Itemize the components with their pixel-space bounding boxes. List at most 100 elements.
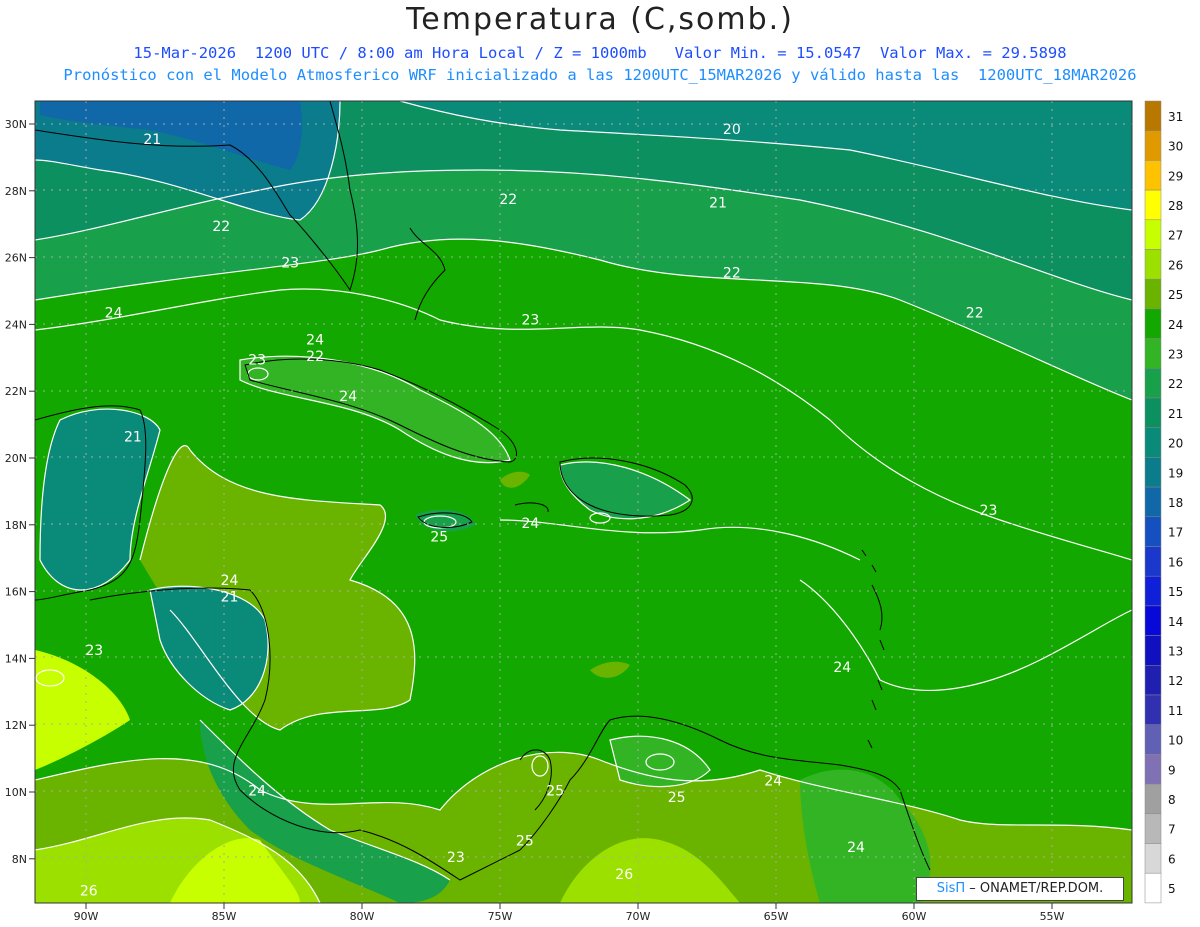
colorbar-label: 22 bbox=[1168, 377, 1183, 391]
colorbar-label: 24 bbox=[1168, 318, 1183, 332]
colorbar-swatch bbox=[1144, 813, 1162, 844]
contour-label: 22 bbox=[966, 306, 984, 322]
colorbar-swatch bbox=[1144, 219, 1162, 250]
colorbar-label: 17 bbox=[1168, 526, 1183, 540]
contour-label: 25 bbox=[430, 530, 448, 546]
colorbar-label: 16 bbox=[1168, 555, 1183, 569]
contour-label: 22 bbox=[306, 349, 324, 365]
contour-label: 24 bbox=[764, 773, 782, 789]
colorbar-swatch bbox=[1144, 605, 1162, 636]
colorbar-swatch bbox=[1144, 308, 1162, 339]
colorbar-swatch bbox=[1144, 546, 1162, 577]
lat-tick-label: 16N bbox=[5, 586, 27, 599]
colorbar-swatch bbox=[1144, 665, 1162, 696]
contour-label: 24 bbox=[847, 840, 865, 856]
colorbar-swatch bbox=[1144, 100, 1162, 131]
contour-label: 26 bbox=[80, 884, 98, 900]
lat-tick-label: 26N bbox=[5, 252, 27, 265]
contour-label: 22 bbox=[212, 219, 230, 235]
latitude-ticks: 30N 28N 26N 24N 22N 20N 18N 16N 14N 12N 10N 8N bbox=[5, 118, 35, 866]
lat-tick-label: 14N bbox=[5, 652, 27, 665]
contour-label: 25 bbox=[516, 833, 534, 849]
contour-label: 22 bbox=[499, 192, 517, 208]
colorbar-swatch bbox=[1144, 754, 1162, 785]
lon-tick-label: 75W bbox=[488, 910, 513, 923]
credit-text: – ONAMET/REP.DOM. bbox=[965, 881, 1104, 896]
contour-label: 23 bbox=[85, 643, 103, 659]
lon-tick-label: 90W bbox=[74, 910, 99, 923]
credit-box: SisΠ – ONAMET/REP.DOM. bbox=[916, 877, 1124, 901]
colorbar-label: 8 bbox=[1168, 793, 1176, 807]
contour-label: 23 bbox=[281, 256, 299, 272]
colorbar-swatch bbox=[1144, 160, 1162, 191]
colorbar-label: 25 bbox=[1168, 288, 1183, 302]
sispi-logo: SisΠ bbox=[936, 881, 966, 896]
colorbar-label: 31 bbox=[1168, 110, 1183, 124]
contour-label: 21 bbox=[124, 429, 142, 445]
colorbar-label: 9 bbox=[1168, 763, 1176, 777]
contour-label: 24 bbox=[248, 783, 266, 799]
contour-label: 23 bbox=[248, 352, 266, 368]
colorbar-swatch bbox=[1144, 189, 1162, 221]
colorbar-swatch bbox=[1144, 516, 1162, 547]
colorbar-label: 28 bbox=[1168, 199, 1183, 213]
colorbar-label: 18 bbox=[1168, 496, 1183, 510]
colorbar-swatch bbox=[1144, 130, 1162, 161]
temperature-map: 21202222 21232224 23 2224222324212524232421… bbox=[5, 100, 1183, 923]
lat-tick-label: 20N bbox=[5, 452, 27, 465]
colorbar-swatch bbox=[1144, 724, 1162, 755]
colorbar-label: 19 bbox=[1168, 466, 1183, 480]
contour-label: 25 bbox=[546, 783, 564, 799]
contour-label: 21 bbox=[709, 196, 727, 212]
contour-label: 26 bbox=[615, 867, 633, 883]
contour-label: 24 bbox=[221, 573, 239, 589]
lat-tick-label: 8N bbox=[12, 853, 27, 866]
contour-label: 23 bbox=[447, 850, 465, 866]
colorbar-label: 26 bbox=[1168, 258, 1183, 272]
lat-tick-label: 18N bbox=[5, 519, 27, 532]
contour-label: 24 bbox=[521, 516, 539, 532]
map-field bbox=[35, 101, 1132, 903]
lon-tick-label: 55W bbox=[1040, 910, 1065, 923]
colorbar-label: 13 bbox=[1168, 644, 1183, 658]
colorbar-swatch bbox=[1144, 783, 1162, 815]
contour-label: 25 bbox=[668, 790, 686, 806]
colorbar-label: 30 bbox=[1168, 140, 1183, 154]
contour-label: 24 bbox=[306, 332, 324, 348]
colorbar-swatch bbox=[1144, 427, 1162, 458]
longitude-ticks: 90W 85W 80W 75W 70W 65W 60W 55W bbox=[74, 903, 1065, 923]
colorbar-swatch bbox=[1144, 338, 1162, 369]
lat-tick-label: 24N bbox=[5, 318, 27, 331]
lon-tick-label: 85W bbox=[212, 910, 237, 923]
colorbar-swatch bbox=[1144, 575, 1162, 607]
colorbar-label: 21 bbox=[1168, 407, 1183, 421]
lat-tick-label: 22N bbox=[5, 385, 27, 398]
contour-label: 21 bbox=[221, 590, 239, 606]
colorbar-swatch bbox=[1144, 872, 1162, 904]
contour-label: 21 bbox=[143, 132, 161, 148]
colorbar-swatch bbox=[1144, 457, 1162, 488]
colorbar-label: 20 bbox=[1168, 437, 1183, 451]
colorbar-swatch bbox=[1144, 694, 1162, 725]
contour-label: 23 bbox=[980, 503, 998, 519]
lat-tick-label: 12N bbox=[5, 719, 27, 732]
colorbar-label: 15 bbox=[1168, 585, 1183, 599]
lat-tick-label: 30N bbox=[5, 118, 27, 131]
contour-label: 24 bbox=[105, 306, 123, 322]
colorbar-label: 5 bbox=[1168, 882, 1176, 896]
colorbar-swatch bbox=[1144, 368, 1162, 399]
colorbar: 31 30 29 28 27 26 25 24 23 22 21 20 19 18 17 16 15 14 13 12… bbox=[1144, 100, 1183, 904]
colorbar-label: 11 bbox=[1168, 704, 1183, 718]
contour-label: 24 bbox=[339, 389, 357, 405]
colorbar-label: 12 bbox=[1168, 674, 1183, 688]
colorbar-swatch bbox=[1144, 486, 1162, 518]
colorbar-swatch bbox=[1144, 249, 1162, 280]
colorbar-label: 14 bbox=[1168, 615, 1183, 629]
contour-label: 23 bbox=[521, 312, 539, 328]
colorbar-swatch bbox=[1144, 843, 1162, 874]
contour-label: 24 bbox=[833, 660, 851, 676]
colorbar-label: 6 bbox=[1168, 852, 1176, 866]
lon-tick-label: 60W bbox=[902, 910, 927, 923]
contour-label: 22 bbox=[723, 266, 741, 282]
colorbar-label: 23 bbox=[1168, 347, 1183, 361]
